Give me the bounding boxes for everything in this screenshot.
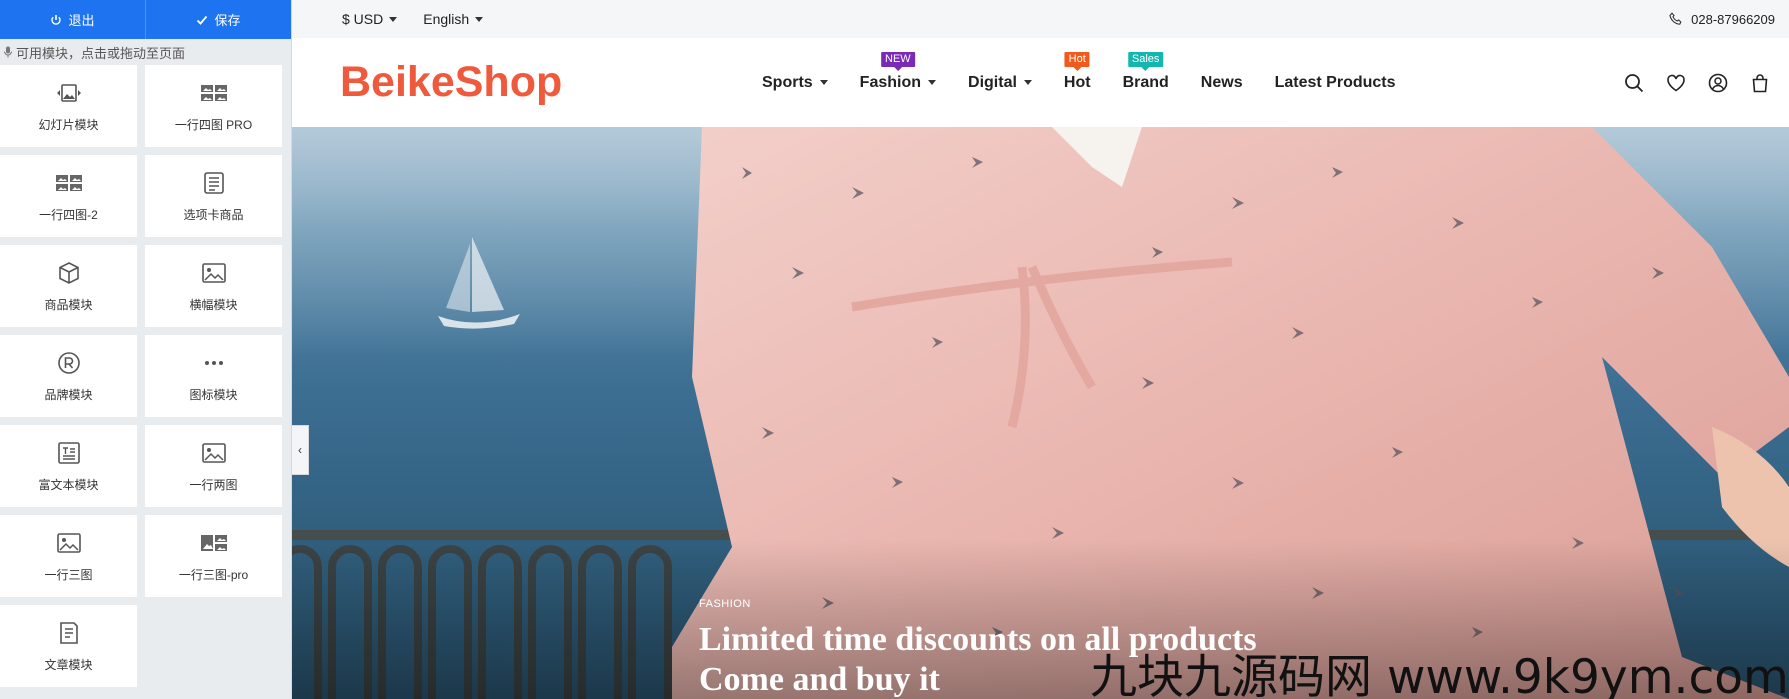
- chevron-down-icon: [389, 16, 398, 22]
- heart-icon[interactable]: [1665, 72, 1687, 94]
- language-label: English: [423, 11, 470, 27]
- module-card[interactable]: 富文本模块: [0, 425, 137, 507]
- module-card[interactable]: 商品模块: [0, 245, 137, 327]
- nav-label: Digital: [968, 73, 1017, 91]
- main-header: BeikeShop Sports Fashion NEW Digital Hot Hot B…: [292, 38, 1789, 127]
- nav-badge: NEW: [881, 51, 915, 67]
- search-icon[interactable]: [1623, 72, 1645, 94]
- nav-item-sports[interactable]: Sports: [762, 68, 828, 98]
- nav-item-latest-products[interactable]: Latest Products: [1275, 68, 1396, 98]
- nav-item-fashion[interactable]: Fashion NEW: [859, 51, 937, 98]
- more-dots-icon: [199, 350, 229, 376]
- save-button[interactable]: 保存: [145, 0, 291, 39]
- language-dropdown[interactable]: English: [423, 11, 484, 27]
- image-icon: [54, 530, 84, 556]
- nav-item-news[interactable]: News: [1201, 68, 1243, 98]
- module-label: 一行三图: [44, 567, 93, 582]
- nav-label: Hot: [1063, 73, 1091, 91]
- banner-image-icon: [199, 260, 229, 286]
- module-label: 选项卡商品: [183, 207, 244, 222]
- module-card[interactable]: 一行四图 PRO: [145, 65, 282, 147]
- four-images-icon: [199, 80, 229, 106]
- nav-label: Sports: [762, 73, 813, 91]
- editor-toolbar: 退出 保存: [0, 0, 291, 39]
- module-card[interactable]: 品牌模块: [0, 335, 137, 417]
- phone-contact: 028-87966209: [1669, 12, 1779, 27]
- save-label: 保存: [214, 13, 241, 28]
- nav-item-digital[interactable]: Digital: [968, 68, 1032, 98]
- hero-kicker: FASHION: [699, 598, 751, 610]
- nav-label: News: [1200, 73, 1243, 91]
- module-card[interactable]: 一行三图: [0, 515, 137, 597]
- phone-number: 028-87966209: [1691, 11, 1775, 27]
- currency-dropdown[interactable]: $ USD: [342, 11, 398, 27]
- module-card[interactable]: 横幅模块: [145, 245, 282, 327]
- module-card[interactable]: 一行三图-pro: [145, 515, 282, 597]
- module-card[interactable]: 一行两图: [145, 425, 282, 507]
- microphone-icon: [4, 46, 12, 58]
- account-icon[interactable]: [1707, 72, 1729, 94]
- collapse-panel-button[interactable]: ‹: [292, 425, 309, 475]
- chevron-down-icon: [819, 80, 828, 85]
- module-card[interactable]: 文章模块: [0, 605, 137, 687]
- phone-icon: [1669, 12, 1682, 25]
- nav-label: Latest Products: [1274, 73, 1396, 91]
- nav-label: Brand: [1122, 73, 1169, 91]
- module-label: 一行四图-2: [39, 207, 98, 222]
- registered-brand-icon: [54, 350, 84, 376]
- nav-badge: Hot: [1064, 51, 1090, 67]
- modules-hint-text: 可用模块，点击或拖动至页面: [16, 45, 186, 61]
- three-images-icon: [199, 530, 229, 556]
- watermark-text: 九块九源码网 www.9k9ym.com: [1090, 650, 1789, 699]
- cart-icon[interactable]: [1749, 72, 1771, 94]
- module-label: 一行四图 PRO: [174, 117, 253, 132]
- module-grid: 幻灯片模块 一行四图 PRO 一行四图-2 选项卡商品商品模块 横幅模块品牌模块 图标模块…: [0, 65, 291, 687]
- four-images-icon: [54, 170, 84, 196]
- check-icon: [197, 15, 208, 25]
- module-label: 文章模块: [44, 657, 93, 672]
- modules-hint: 可用模块，点击或拖动至页面: [0, 39, 291, 65]
- top-bar: $ USD English 028-87966209: [292, 0, 1789, 38]
- slideshow-icon: [54, 80, 84, 106]
- nav-badge: Sales: [1127, 51, 1164, 67]
- module-label: 富文本模块: [38, 477, 99, 492]
- storefront-preview: $ USD English 028-87966209 BeikeShop Spo…: [292, 0, 1789, 699]
- module-card[interactable]: 一行四图-2: [0, 155, 137, 237]
- module-label: 一行两图: [189, 477, 238, 492]
- exit-label: 退出: [68, 13, 95, 28]
- site-logo[interactable]: BeikeShop: [340, 58, 562, 107]
- module-card[interactable]: 图标模块: [145, 335, 282, 417]
- chevron-down-icon: [475, 16, 484, 22]
- article-icon: [54, 620, 84, 646]
- header-actions: [1623, 38, 1771, 127]
- module-label: 商品模块: [44, 297, 93, 312]
- module-label: 品牌模块: [44, 387, 93, 402]
- image-icon: [199, 440, 229, 466]
- nav-label: Fashion: [859, 73, 922, 91]
- module-label: 幻灯片模块: [38, 117, 99, 132]
- module-label: 横幅模块: [189, 297, 238, 312]
- currency-label: $ USD: [342, 11, 384, 27]
- sailboat-image: [438, 237, 520, 329]
- nav-item-hot[interactable]: Hot Hot: [1063, 51, 1091, 98]
- module-editor-panel: 退出 保存 可用模块，点击或拖动至页面 幻灯片模块 一行四图 PRO 一行四图-2 选…: [0, 0, 292, 699]
- module-label: 一行三图-pro: [178, 567, 249, 582]
- module-card[interactable]: 选项卡商品: [145, 155, 282, 237]
- hero-slideshow[interactable]: FASHION Limited time discounts on all pr…: [292, 127, 1789, 699]
- main-nav: Sports Fashion NEW Digital Hot Hot Brand Sales N…: [762, 38, 1428, 127]
- chevron-down-icon: [928, 80, 937, 85]
- rich-text-icon: [54, 440, 84, 466]
- power-icon: [51, 14, 62, 25]
- tab-products-icon: [199, 170, 229, 196]
- exit-button[interactable]: 退出: [0, 0, 145, 39]
- product-box-icon: [54, 260, 84, 286]
- chevron-down-icon: [1023, 80, 1032, 85]
- module-label: 图标模块: [189, 387, 238, 402]
- nav-item-brand[interactable]: Brand Sales: [1122, 51, 1169, 98]
- module-card[interactable]: 幻灯片模块: [0, 65, 137, 147]
